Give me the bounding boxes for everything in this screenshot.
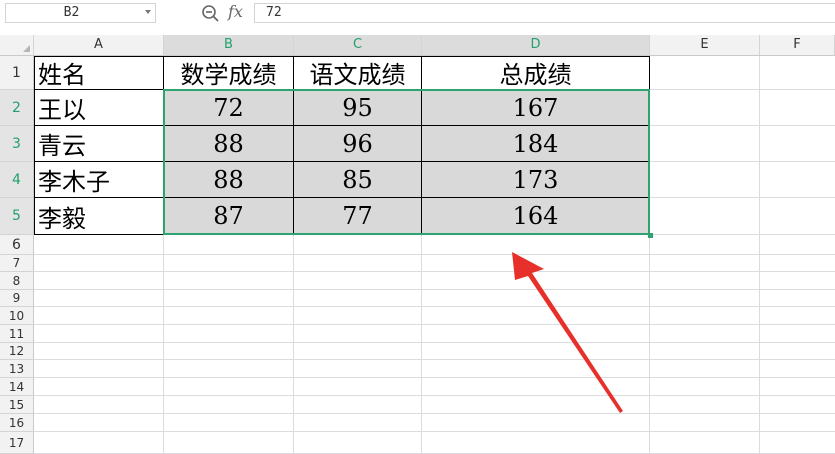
annotation-arrow (512, 252, 623, 413)
zoom-icon[interactable] (201, 4, 221, 24)
arrow-shape (512, 252, 623, 413)
spreadsheet-grid[interactable]: ABCDEF 1 2 3 4 5 6 7 8 9 10 11 12 13 14 15 16 17 姓名 数学成绩 语文… (0, 30, 835, 454)
formula-value: 72 (266, 5, 282, 20)
chevron-down-icon[interactable] (145, 10, 151, 14)
formula-bar: B2 fx 72 (0, 0, 835, 30)
name-box-value: B2 (63, 5, 80, 20)
function-icon[interactable]: fx (228, 2, 243, 21)
name-box[interactable]: B2 (5, 3, 156, 23)
formula-input[interactable]: 72 (254, 3, 835, 23)
